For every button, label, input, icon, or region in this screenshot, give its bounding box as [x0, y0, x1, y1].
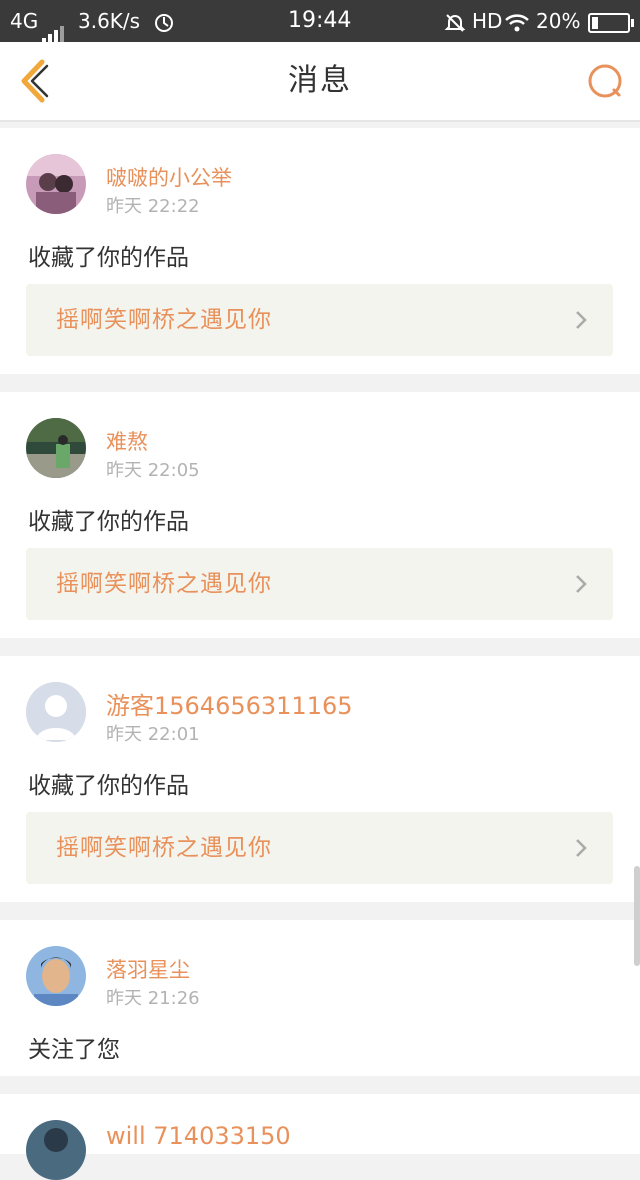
sync-icon: [154, 0, 174, 42]
user-photo-icon: [26, 154, 86, 214]
avatar[interactable]: [26, 418, 86, 478]
username[interactable]: 落羽星尘: [106, 954, 190, 984]
wifi-icon: [504, 0, 530, 42]
action-text: 关注了您: [28, 1037, 120, 1063]
mute-icon: [444, 0, 466, 42]
message-card: 落羽星尘 昨天 21:26 关注了您: [0, 920, 640, 1076]
search-icon: [588, 64, 622, 98]
battery-icon: [588, 12, 634, 33]
signal-icon: [42, 2, 66, 44]
hd-badge: HD: [472, 9, 503, 33]
work-title: 摇啊笑啊桥之遇见你: [56, 835, 272, 861]
avatar[interactable]: [26, 154, 86, 214]
user-photo-icon: [26, 418, 86, 478]
action-text: 收藏了你的作品: [28, 773, 189, 799]
chevron-right-icon: [576, 311, 587, 329]
avatar[interactable]: [26, 682, 86, 742]
message-card: 游客1564656311165 昨天 22:01 收藏了你的作品 摇啊笑啊桥之遇…: [0, 656, 640, 902]
work-link[interactable]: 摇啊笑啊桥之遇见你: [26, 284, 613, 356]
clock: 19:44: [288, 8, 352, 33]
action-text: 收藏了你的作品: [28, 245, 189, 271]
user-photo-icon: [26, 1120, 86, 1180]
username[interactable]: 啵啵的小公举: [106, 162, 232, 192]
status-bar: 4G 3.6K/s 19:44 HD 20%: [0, 0, 640, 44]
timestamp: 昨天 21:26: [106, 988, 200, 1009]
work-link[interactable]: 摇啊笑啊桥之遇见你: [26, 548, 613, 620]
action-text: 收藏了你的作品: [28, 509, 189, 535]
search-button[interactable]: [586, 62, 624, 100]
message-card: will 714033150: [0, 1094, 640, 1180]
timestamp: 昨天 22:22: [106, 196, 200, 217]
chevron-right-icon: [576, 575, 587, 593]
timestamp: 昨天 22:05: [106, 460, 200, 481]
scrollbar[interactable]: [634, 866, 640, 966]
work-title: 摇啊笑啊桥之遇见你: [56, 307, 272, 333]
username[interactable]: 游客1564656311165: [106, 686, 353, 721]
message-card: 难熬 昨天 22:05 收藏了你的作品 摇啊笑啊桥之遇见你: [0, 392, 640, 638]
username[interactable]: 难熬: [106, 426, 148, 456]
battery-wrap: [582, 0, 634, 42]
network-indicator: 4G: [10, 0, 66, 44]
avatar[interactable]: [26, 1120, 86, 1180]
message-card: 啵啵的小公举 昨天 22:22 收藏了你的作品 摇啊笑啊桥之遇见你: [0, 128, 640, 374]
work-title: 摇啊笑啊桥之遇见你: [56, 571, 272, 597]
username[interactable]: will 714033150: [106, 1122, 291, 1150]
network-type: 4G: [10, 9, 39, 33]
user-photo-icon: [26, 946, 86, 1006]
battery-percent: 20%: [536, 9, 581, 33]
default-user-icon: [26, 682, 86, 742]
network-speed: 3.6K/s: [78, 9, 141, 33]
avatar[interactable]: [26, 946, 86, 1006]
page-title: 消息: [288, 63, 352, 98]
work-link[interactable]: 摇啊笑啊桥之遇见你: [26, 812, 613, 884]
header: 消息: [0, 42, 640, 122]
chevron-right-icon: [576, 839, 587, 857]
timestamp: 昨天 22:01: [106, 724, 200, 745]
battery-level: [592, 16, 598, 29]
